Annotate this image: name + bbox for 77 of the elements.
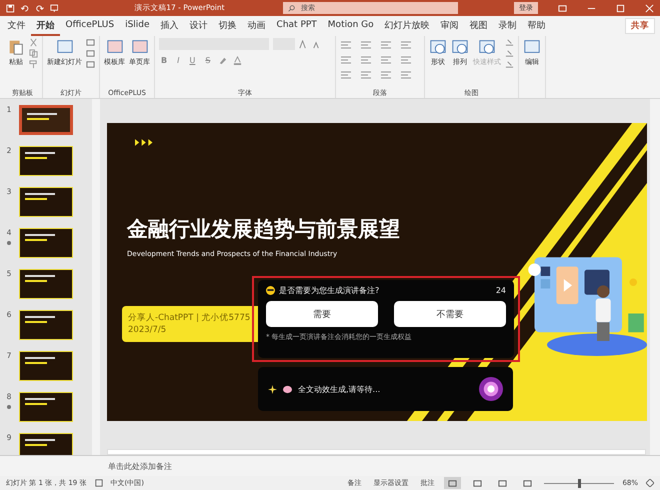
- slide-layout-icon: [523, 38, 541, 56]
- maximize-icon[interactable]: [616, 4, 625, 12]
- ribbon-tab[interactable]: 录制: [493, 16, 522, 36]
- progress-message: 全文动效生成,请等待...: [298, 384, 380, 394]
- ribbon-tab[interactable]: 插入: [155, 16, 184, 36]
- ribbon-display-icon[interactable]: [558, 4, 567, 12]
- redo-icon[interactable]: [35, 4, 44, 12]
- ribbon-tab[interactable]: 设计: [184, 16, 214, 36]
- ribbon-tab[interactable]: OfficePLUS: [60, 18, 120, 34]
- ribbon-tab[interactable]: 审阅: [435, 16, 464, 36]
- shrink-font-icon[interactable]: [312, 40, 321, 48]
- notes-pane[interactable]: 单击此处添加备注: [0, 455, 660, 476]
- paragraph-format-icon[interactable]: [360, 70, 372, 80]
- choice-button[interactable]: 不需要: [394, 301, 506, 327]
- paragraph-format-icon[interactable]: [340, 55, 352, 65]
- brain-icon: [283, 384, 292, 394]
- paragraph-format-icon[interactable]: [340, 40, 352, 50]
- paragraph-format-icon[interactable]: [380, 70, 392, 80]
- prompt-question: 是否需要为您生成演讲备注?: [279, 285, 380, 296]
- paragraph-format-icon[interactable]: [360, 40, 372, 50]
- view-button[interactable]: [444, 477, 462, 489]
- slide-layout-icon: [56, 38, 74, 56]
- zoom-thumb[interactable]: [578, 478, 582, 488]
- presentation-date: 2023/7/5: [128, 324, 168, 336]
- ribbon-tab[interactable]: 动画: [242, 16, 272, 36]
- copy-icon[interactable]: [29, 49, 38, 58]
- view-icon: [523, 478, 532, 488]
- slide-title: 金融行业发展趋势与前景展望: [127, 216, 400, 243]
- notes-placeholder: 单击此处添加备注: [108, 460, 172, 472]
- paragraph-format-icon[interactable]: [340, 70, 352, 80]
- view-icon: [473, 478, 482, 488]
- paragraph-format-icon[interactable]: [360, 55, 372, 65]
- shape-format-icon[interactable]: [505, 38, 514, 47]
- countdown: 24: [496, 286, 506, 295]
- slide-thumbnail[interactable]: [19, 105, 73, 135]
- font-color-icon[interactable]: [233, 56, 242, 65]
- paragraph-format-icon[interactable]: [400, 70, 412, 80]
- loading-icon: [479, 377, 503, 401]
- grow-font-icon[interactable]: [299, 40, 308, 48]
- fit-slide-icon[interactable]: [646, 479, 654, 487]
- ribbon-tab[interactable]: Chat PPT: [271, 18, 322, 34]
- format-painter-icon[interactable]: [29, 60, 38, 69]
- paragraph-format-icon[interactable]: [400, 55, 412, 65]
- paragraph-format-icon[interactable]: [380, 40, 392, 50]
- view-icon: [448, 478, 458, 488]
- slide-layout-icon: [130, 38, 148, 56]
- undo-icon[interactable]: [20, 4, 30, 12]
- animation-marker-icon: [7, 241, 11, 245]
- save-icon[interactable]: [6, 4, 15, 12]
- sparkle-icon: [268, 384, 277, 394]
- choice-button[interactable]: 需要: [266, 301, 378, 327]
- share-button[interactable]: 共享: [625, 18, 655, 34]
- scrollbar[interactable]: [650, 99, 660, 455]
- ribbon-tab[interactable]: 幻灯片放映: [379, 16, 436, 36]
- presenter-name: 分享人-ChatPPT | 尤小优5775: [128, 312, 252, 324]
- present-icon[interactable]: [50, 4, 58, 12]
- scrollbar[interactable]: [107, 449, 646, 455]
- ribbon-tab[interactable]: iSlide: [120, 18, 156, 34]
- ribbon-tab[interactable]: 文件: [2, 16, 31, 36]
- scrollbar[interactable]: [92, 99, 100, 455]
- paragraph-format-icon[interactable]: [380, 55, 392, 65]
- ribbon-tab[interactable]: 帮助: [522, 16, 552, 36]
- shape-format-icon[interactable]: [505, 60, 514, 69]
- cut-icon[interactable]: [29, 38, 38, 47]
- close-icon[interactable]: [644, 4, 654, 12]
- animation-marker-icon: [7, 405, 11, 409]
- search-icon: [288, 4, 295, 12]
- ribbon-tab[interactable]: 视图: [464, 16, 494, 36]
- ribbon-tab[interactable]: Motion Go: [322, 18, 380, 34]
- paragraph-format-icon[interactable]: [400, 40, 412, 50]
- highlight-icon[interactable]: [218, 56, 228, 65]
- slide-layout-icon: [106, 38, 124, 56]
- view-icon: [498, 478, 508, 488]
- ribbon-tab[interactable]: 切换: [213, 16, 242, 36]
- accessibility-icon[interactable]: [94, 479, 102, 487]
- shape-format-icon[interactable]: [505, 49, 514, 58]
- arrows-icon: [135, 139, 155, 146]
